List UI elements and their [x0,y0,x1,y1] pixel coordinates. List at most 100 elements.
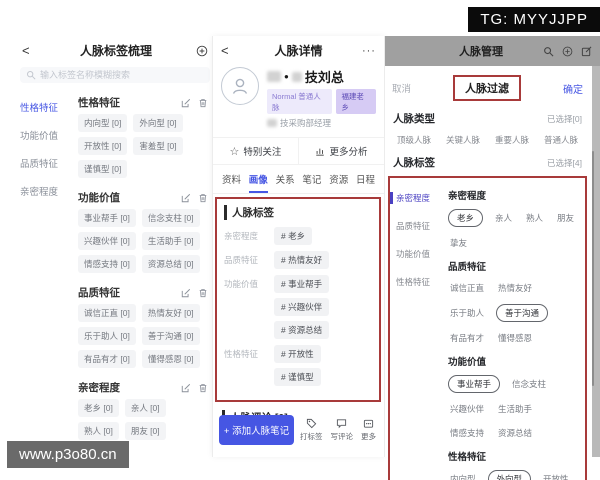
tag-chip[interactable]: 亲人 [0] [124,399,166,417]
contact-tag-chip[interactable]: # 兴趣伙伴 [274,298,330,316]
compose-icon[interactable] [581,46,592,57]
tag-chip[interactable]: 老乡 [0] [78,399,119,417]
trash-icon[interactable] [198,98,208,108]
filter-option[interactable]: 情感支持 [448,425,486,441]
filter-sidebar-item[interactable]: 品质特征 [390,212,442,240]
type-option[interactable]: 顶级人脉 [397,134,431,146]
contact-tag-chip[interactable]: # 事业帮手 [274,275,330,293]
back-icon[interactable]: < [22,43,36,58]
filter-option[interactable]: 资源总结 [496,425,534,441]
contact-tag-chip[interactable]: # 资源总结 [274,321,330,339]
trash-icon[interactable] [198,383,208,393]
filter-option[interactable]: 有品有才 [448,330,486,346]
filter-options: 诚信正直 热情友好 乐于助人 善于沟通 有品有才 懂得感恩 [448,280,579,346]
tag-chip[interactable]: 生活助手 [0] [141,232,200,250]
more-action[interactable]: 更多 [361,418,376,442]
type-option[interactable]: 重要人脉 [495,134,529,146]
add-circle-icon[interactable] [562,46,573,57]
edit-icon[interactable] [181,383,191,393]
filter-option[interactable]: 熟人 [524,210,545,226]
comment-action[interactable]: 写评论 [331,418,353,442]
tag-chip[interactable]: 诚信正直 [0] [78,304,136,322]
sidebar-item[interactable]: 功能价值 [18,121,74,149]
filter-option[interactable]: 兴趣伙伴 [448,401,486,417]
filter-option[interactable]: 老乡 [448,209,484,227]
filter-option[interactable]: 朋友 [555,210,576,226]
filter-groups: 亲密程度 老乡 亲人 熟人 朋友 挚友 品质特征 诚信正直 热情友好 乐于助人 善于沟通 有品有才 懂得… [442,178,585,480]
tag-chip[interactable]: 内向型 [0] [78,114,128,132]
filter-option[interactable]: 开放性 [541,471,571,480]
filter-option[interactable]: 懂得感恩 [496,330,534,346]
contact-tag-chip[interactable]: # 老乡 [274,227,313,245]
tag-chip[interactable]: 资源总结 [0] [141,255,200,273]
tag-chip[interactable]: 熟人 [0] [78,422,119,440]
tag-list: 诚信正直 [0] 热情友好 [0] 乐于助人 [0] 善于沟通 [0] 有品有才 [0]… [78,304,210,368]
filter-sidebar-item[interactable]: 功能价值 [390,240,442,268]
tag-chip[interactable]: 谨慎型 [0] [78,160,128,178]
tag-chip[interactable]: 开放性 [0] [78,137,128,155]
tag-chip[interactable]: 外向型 [0] [133,114,183,132]
filter-option[interactable]: 外向型 [487,470,532,480]
edit-icon[interactable] [181,288,191,298]
tag-chip[interactable]: 有品有才 [0] [78,350,136,368]
trash-icon[interactable] [198,193,208,203]
tag-chip[interactable]: 情感支持 [0] [78,255,136,273]
contact-tag-chip[interactable]: # 热情友好 [274,251,330,269]
type-option[interactable]: 关键人脉 [446,134,480,146]
tag-chip[interactable]: 朋友 [0] [124,422,166,440]
tag-action[interactable]: 打标签 [300,418,323,442]
filter-sidebar-item[interactable]: 性格特征 [390,268,442,296]
tag-chip[interactable]: 害羞型 [0] [133,137,183,155]
tag-chip[interactable]: 事业帮手 [0] [78,209,136,227]
edit-icon[interactable] [181,193,191,203]
back-icon[interactable]: < [221,43,235,58]
sidebar-item[interactable]: 性格特征 [18,93,74,121]
more-icon[interactable]: ··· [362,45,376,57]
search-bar[interactable] [20,67,210,83]
filter-option[interactable]: 诚信正直 [448,280,486,296]
filter-option[interactable]: 挚友 [448,235,469,251]
tab-资料[interactable]: 资料 [222,165,241,193]
contact-tag-chip[interactable]: # 开放性 [274,345,321,363]
tag-chip[interactable]: 懂得感恩 [0] [141,350,200,368]
search-icon[interactable] [543,46,554,57]
tag-chip[interactable]: 兴趣伙伴 [0] [78,232,136,250]
tag-group-header: 品质特征 [78,283,210,304]
tab-资源[interactable]: 资源 [329,165,348,193]
filter-option[interactable]: 事业帮手 [448,375,501,393]
filter-option[interactable]: 善于沟通 [496,304,549,322]
tag-chip[interactable]: 善于沟通 [0] [141,327,200,345]
search-input[interactable] [40,70,204,80]
special-follow-button[interactable]: ☆ 特别关注 [213,138,298,164]
filter-option[interactable]: 生活助手 [496,401,534,417]
tab-笔记[interactable]: 笔记 [302,165,321,193]
tag-chip[interactable]: 信念支柱 [0] [141,209,200,227]
add-note-button[interactable]: + 添加人脉笔记 [219,415,294,445]
tag-group-title: 亲密程度 [78,382,120,394]
filter-option[interactable]: 信念支柱 [510,376,548,392]
filter-sidebar-item[interactable]: 亲密程度 [390,184,442,212]
tab-日程[interactable]: 日程 [356,165,375,193]
chart-icon [315,146,325,156]
confirm-button[interactable]: 确定 [563,81,583,96]
cancel-button[interactable]: 取消 [392,81,411,95]
tab-关系[interactable]: 关系 [276,165,295,193]
filter-option[interactable]: 热情友好 [496,280,534,296]
type-option[interactable]: 普通人脉 [544,134,578,146]
more-analysis-button[interactable]: 更多分析 [298,138,384,164]
tag-chip[interactable]: 热情友好 [0] [141,304,200,322]
tag-chip[interactable]: 乐于助人 [0] [78,327,136,345]
left-tag-groups: 性格特征 内向型 [0] 外向型 [0] 开放性 [0] 害羞型 [0] 谨慎型 [0] 功… [74,89,212,473]
sidebar-item[interactable]: 品质特征 [18,149,74,177]
filter-option[interactable]: 亲人 [493,210,514,226]
filter-option[interactable]: 内向型 [448,471,478,480]
sidebar-item[interactable]: 亲密程度 [18,177,74,205]
contact-type-row: 人脉类型 已选择[0] [393,113,582,125]
tag-row-label: 性格特征 [224,349,259,359]
filter-option[interactable]: 乐于助人 [448,305,486,321]
edit-icon[interactable] [181,98,191,108]
contact-tag-chip[interactable]: # 谨慎型 [274,368,321,386]
tab-画像[interactable]: 画像 [248,165,268,193]
add-circle-icon[interactable] [196,45,208,57]
trash-icon[interactable] [198,288,208,298]
